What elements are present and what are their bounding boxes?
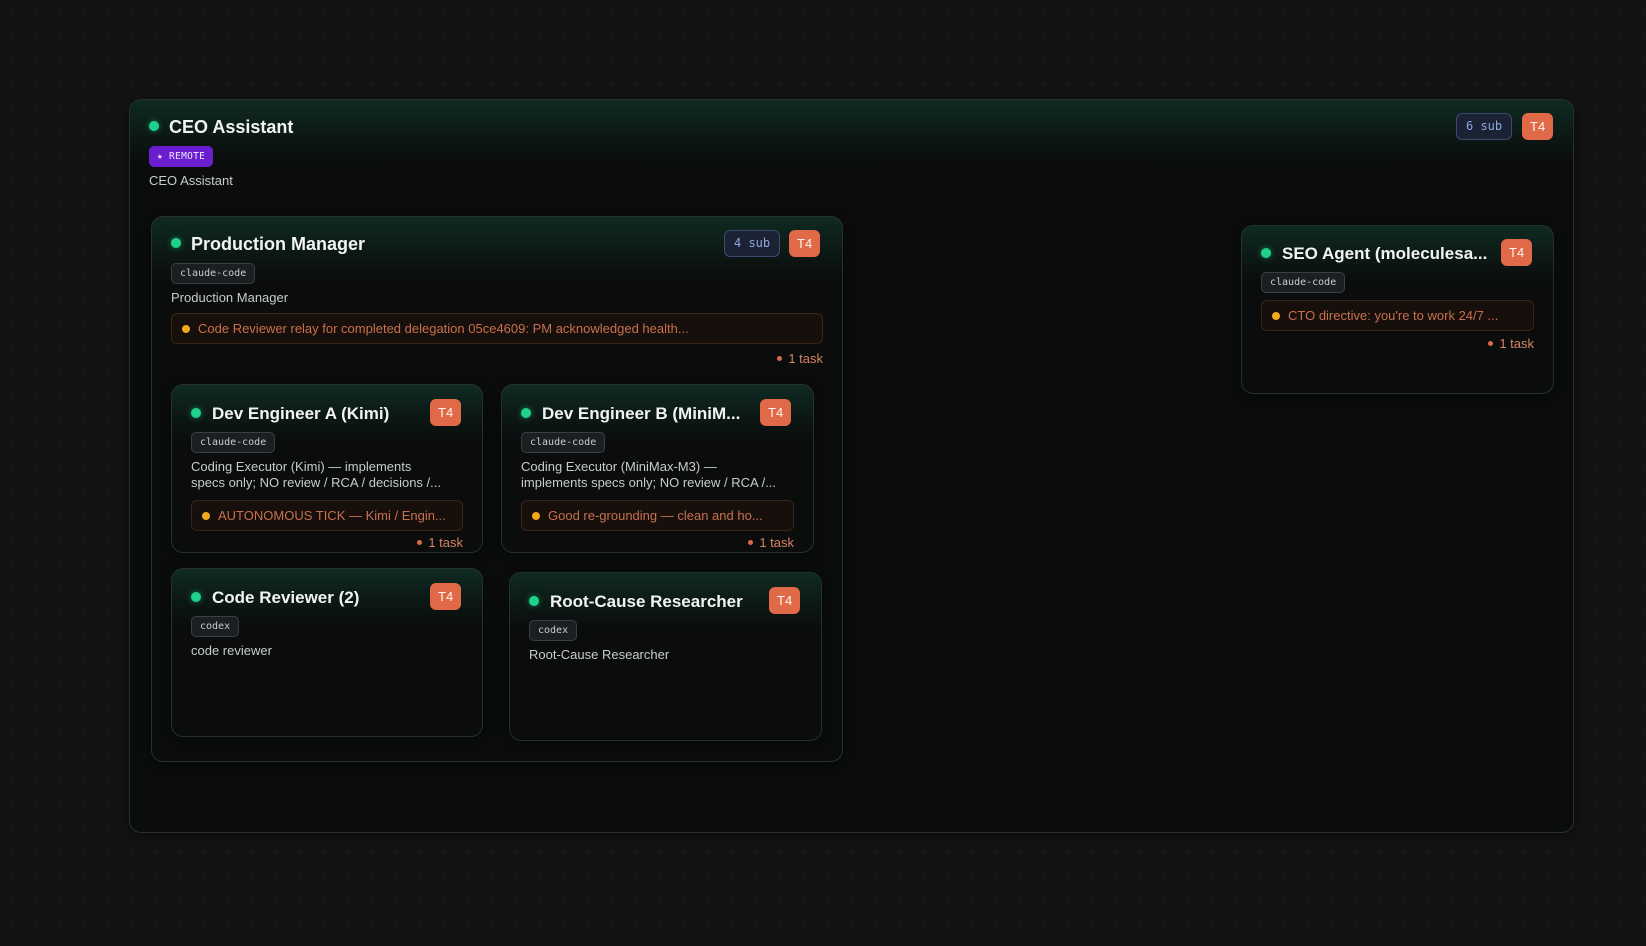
task-text: Good re-grounding — clean and ho... xyxy=(548,508,763,523)
runtime-chip: claude-code xyxy=(1261,272,1346,293)
current-task[interactable]: Good re-grounding — clean and ho... xyxy=(521,500,794,531)
current-task[interactable]: Code Reviewer relay for completed delega… xyxy=(171,313,823,344)
card-description: code reviewer xyxy=(191,643,272,658)
tier-badge: T4 xyxy=(430,399,462,426)
sub-count-badge[interactable]: 6 sub xyxy=(1456,113,1513,140)
task-status-icon xyxy=(532,512,540,520)
runtime-chip: claude-code xyxy=(171,263,256,284)
task-count-label: 1 task xyxy=(428,535,463,550)
card-description-line-2: specs only; NO review / RCA / decisions … xyxy=(191,475,441,490)
task-status-icon xyxy=(1272,312,1280,320)
card-title: Dev Engineer B (MiniM... xyxy=(542,404,741,423)
task-count: 1 task xyxy=(777,351,823,366)
online-status-icon xyxy=(529,596,539,606)
task-count-label: 1 task xyxy=(1499,336,1534,351)
card-title: CEO Assistant xyxy=(169,117,294,137)
online-status-icon xyxy=(521,408,531,418)
online-status-icon xyxy=(1261,248,1271,258)
tier-badge: T4 xyxy=(769,587,801,614)
current-task[interactable]: CTO directive: you're to work 24/7 ... xyxy=(1261,300,1534,331)
task-count-dot-icon xyxy=(777,356,783,361)
card-description: Root-Cause Researcher xyxy=(529,647,670,662)
online-status-icon xyxy=(191,592,201,602)
current-task[interactable]: AUTONOMOUS TICK — Kimi / Engin... xyxy=(191,500,463,531)
tier-badge: T4 xyxy=(760,399,792,426)
task-count: 1 task xyxy=(1488,336,1534,351)
task-count-dot-icon xyxy=(417,540,423,545)
task-count-label: 1 task xyxy=(759,535,794,550)
dev-engineer-b-card[interactable]: Dev Engineer B (MiniM... T4 claude-code … xyxy=(501,384,814,553)
code-reviewer-card[interactable]: Code Reviewer (2) T4 codex code reviewer xyxy=(171,568,483,737)
online-status-icon xyxy=(171,238,181,248)
runtime-chip: claude-code xyxy=(521,432,606,453)
card-description-line-2: implements specs only; NO review / RCA /… xyxy=(521,475,777,490)
tier-badge: T4 xyxy=(1522,113,1554,140)
remote-badge: ★ REMOTE xyxy=(149,146,214,167)
card-title: Code Reviewer (2) xyxy=(212,588,360,607)
runtime-chip: claude-code xyxy=(191,432,276,453)
runtime-chip: codex xyxy=(529,620,578,641)
tier-badge: T4 xyxy=(430,583,462,610)
task-count-label: 1 task xyxy=(788,351,823,366)
tier-badge: T4 xyxy=(1501,239,1533,266)
task-status-icon xyxy=(182,325,190,333)
root-cause-researcher-card[interactable]: Root-Cause Researcher T4 codex Root-Caus… xyxy=(509,572,822,741)
sub-count-badge[interactable]: 4 sub xyxy=(724,230,781,257)
task-count-dot-icon xyxy=(1488,341,1494,346)
task-status-icon xyxy=(202,512,210,520)
task-text: Code Reviewer relay for completed delega… xyxy=(198,321,689,336)
card-title: Dev Engineer A (Kimi) xyxy=(212,404,390,423)
card-description: Production Manager xyxy=(171,290,289,305)
online-status-icon xyxy=(191,408,201,418)
task-count: 1 task xyxy=(417,535,463,550)
seo-agent-card[interactable]: SEO Agent (moleculesa... T4 claude-code … xyxy=(1241,225,1554,394)
runtime-chip: codex xyxy=(191,616,240,637)
dev-engineer-a-card[interactable]: Dev Engineer A (Kimi) T4 claude-code Cod… xyxy=(171,384,483,553)
task-text: CTO directive: you're to work 24/7 ... xyxy=(1288,308,1499,323)
task-count-dot-icon xyxy=(748,540,754,545)
tier-badge: T4 xyxy=(789,230,821,257)
card-title: Root-Cause Researcher xyxy=(550,592,743,611)
online-status-icon xyxy=(149,121,159,131)
task-count: 1 task xyxy=(748,535,794,550)
card-description-line-1: Coding Executor (Kimi) — implements xyxy=(191,459,412,474)
card-title: SEO Agent (moleculesa... xyxy=(1282,244,1488,263)
card-description-line-1: Coding Executor (MiniMax-M3) — xyxy=(521,459,717,474)
card-description: CEO Assistant xyxy=(149,173,233,188)
task-text: AUTONOMOUS TICK — Kimi / Engin... xyxy=(218,508,446,523)
card-title: Production Manager xyxy=(191,234,366,254)
